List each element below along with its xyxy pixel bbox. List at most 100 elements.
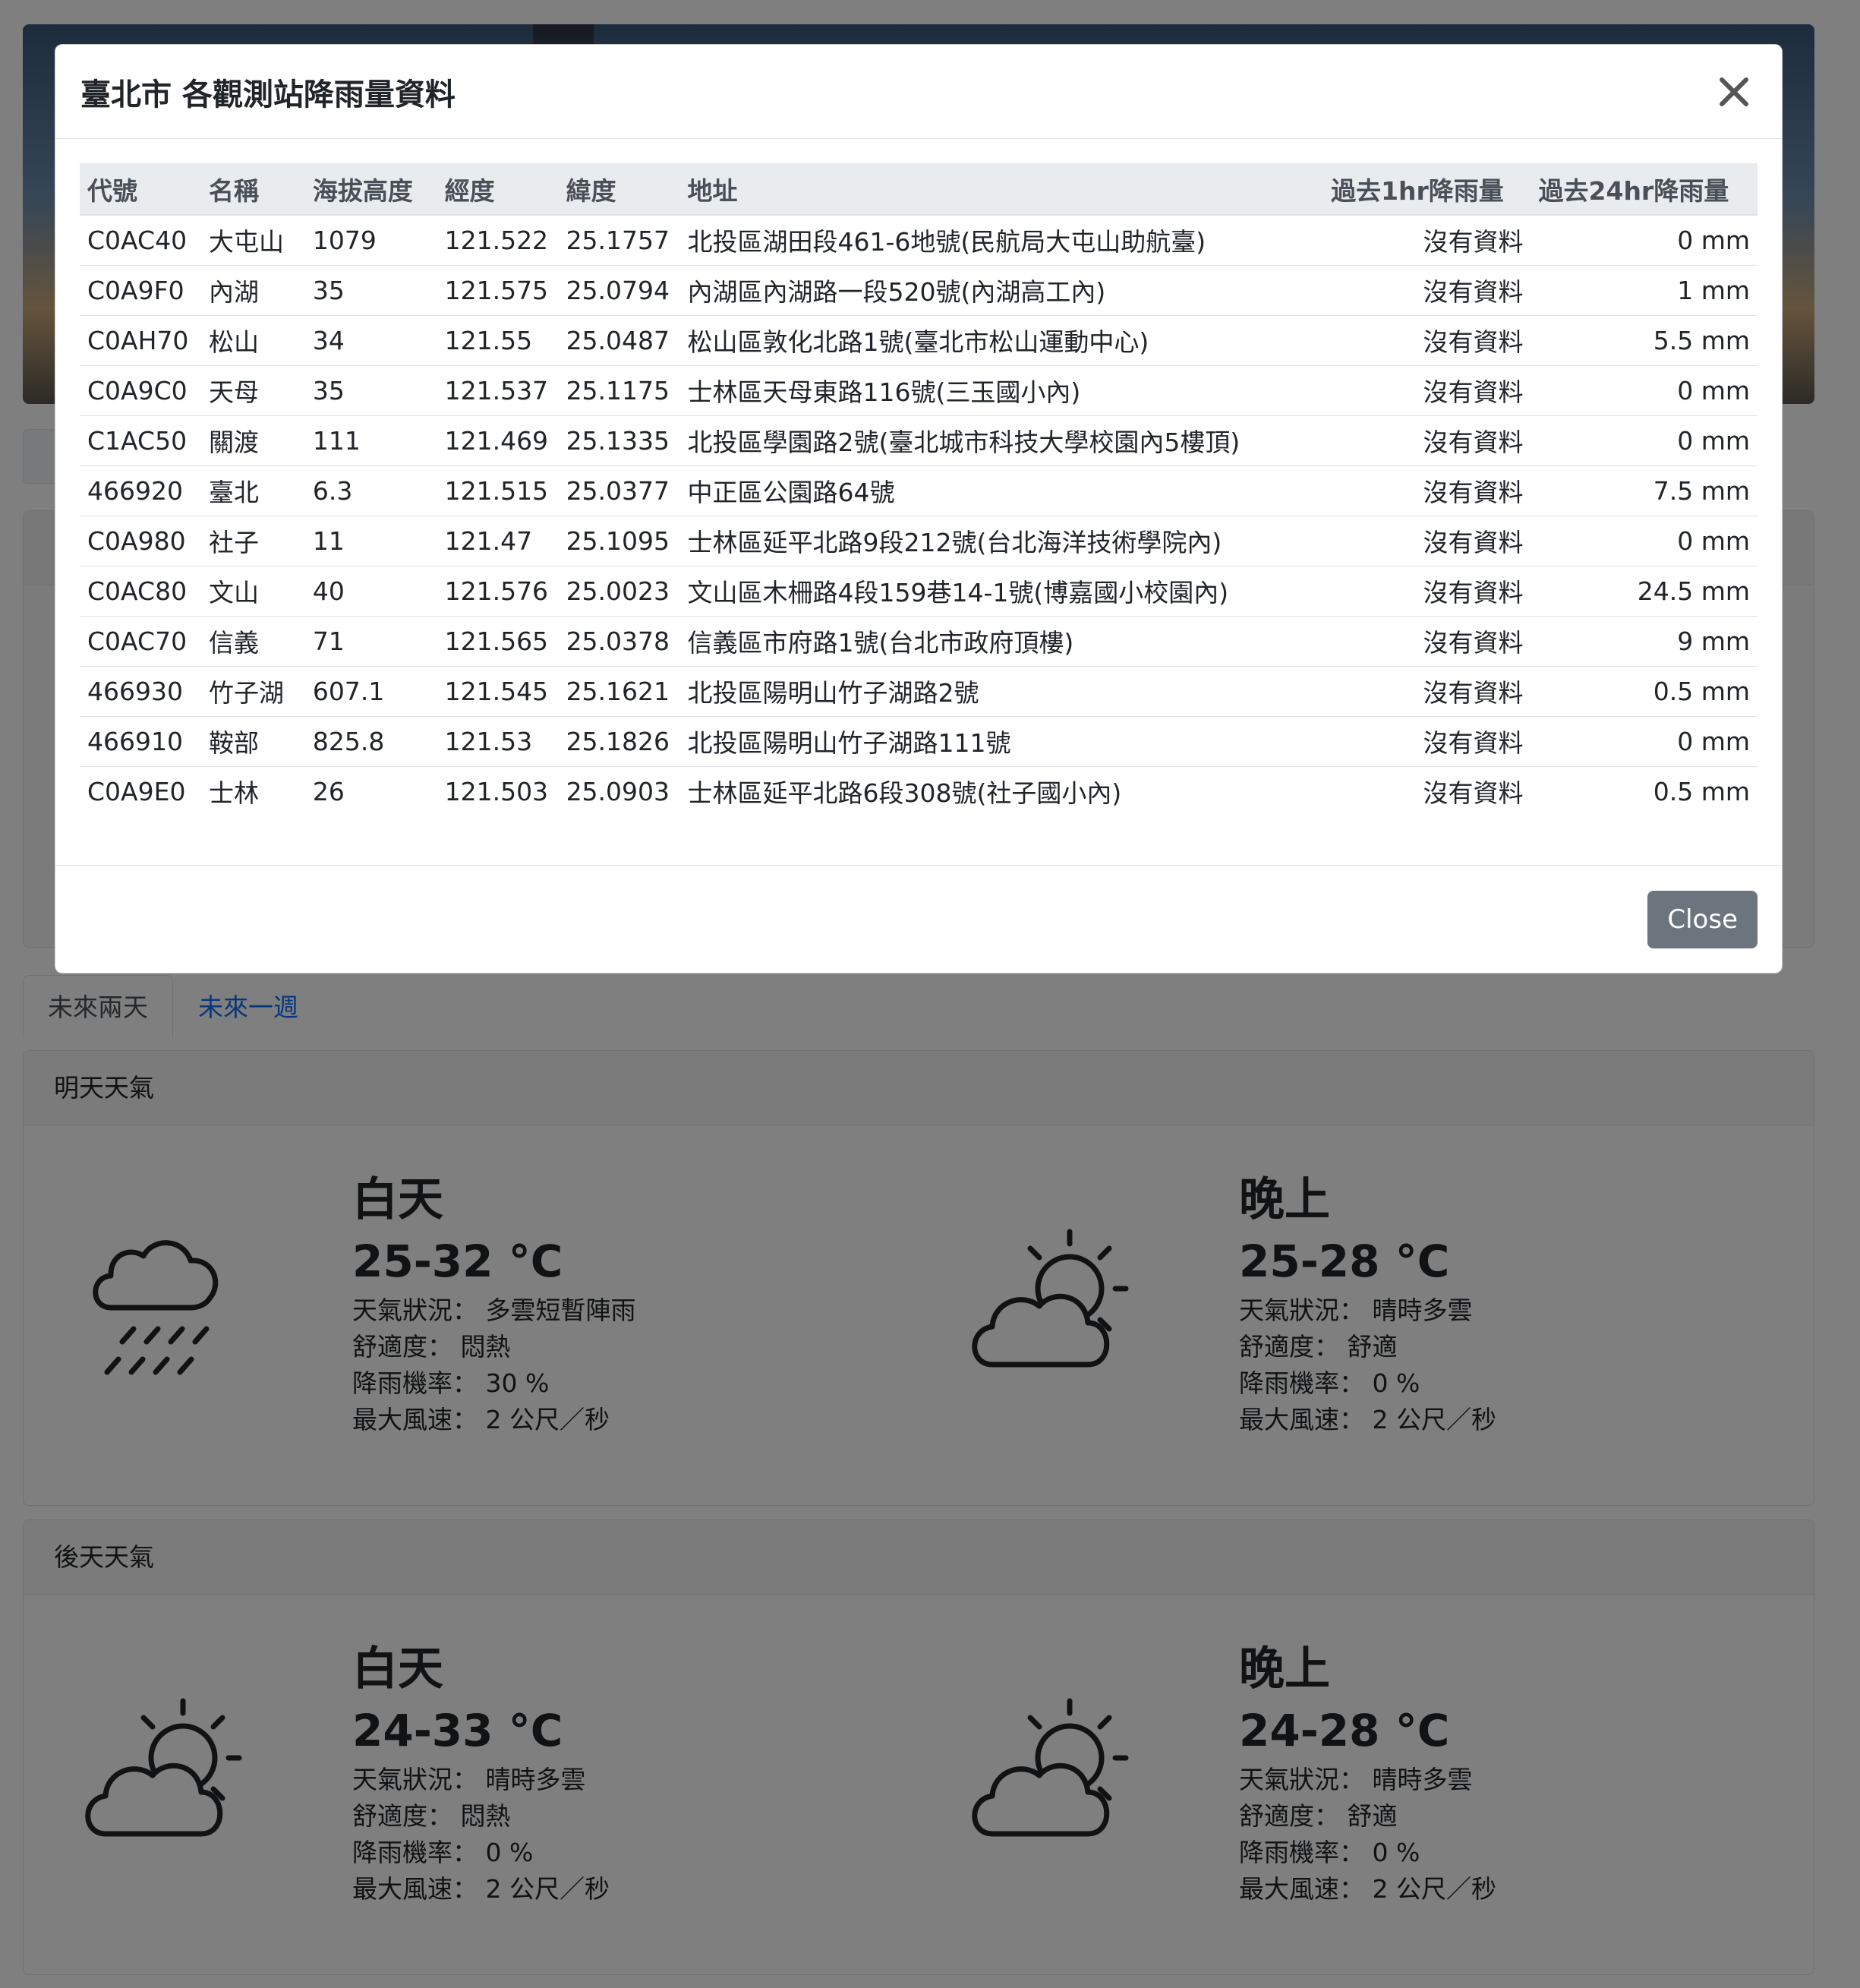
table-cell: 沒有資料 bbox=[1323, 666, 1531, 717]
table-cell: 121.469 bbox=[437, 415, 559, 466]
table-cell: 沒有資料 bbox=[1323, 516, 1531, 566]
column-header[interactable]: 海拔高度 bbox=[304, 163, 437, 216]
table-row: C1AC50 關渡 111 121.469 25.1335 北投區學園路2號(臺北城市科技… bbox=[80, 415, 1758, 466]
table-cell: 沒有資料 bbox=[1323, 265, 1531, 316]
table-cell: 25.1826 bbox=[558, 716, 680, 767]
table-cell: 士林 bbox=[208, 778, 259, 809]
table-cell: 內湖區內湖路一段520號(內湖高工內) bbox=[679, 265, 1324, 316]
table-cell: 士林區延平北路9段212號(台北海洋技術學院內) bbox=[679, 516, 1324, 566]
table-body: C0AC40 大屯山 1079 121.522 25.1757 北投區湖田段461-6地號… bbox=[80, 215, 1758, 816]
table-cell: 111 bbox=[304, 415, 437, 466]
table-cell: 121.55 bbox=[437, 315, 559, 366]
table-cell: 11 bbox=[304, 516, 437, 566]
table-cell: 文山區木柵路4段159巷14-1號(博嘉國小校園內) bbox=[679, 566, 1324, 617]
table-cell: 鞍部 bbox=[200, 716, 305, 767]
table-cell: 9 mm bbox=[1531, 616, 1758, 667]
table-cell: 121.522 bbox=[437, 215, 559, 266]
table-cell: 沒有資料 bbox=[1323, 616, 1531, 667]
table-cell: C0AC70 bbox=[80, 616, 201, 667]
table-row: C0A9C0 天母 35 121.537 25.1175 士林區天母東路116號(三玉國小… bbox=[80, 365, 1758, 416]
table-row: C0AC40 大屯山 1079 121.522 25.1757 北投區湖田段461-6地號… bbox=[80, 215, 1758, 266]
rainfall-modal: 臺北市 各觀測站降雨量資料 代號 名稱 海拔高度 經度 緯度 地址 過去1hr降… bbox=[55, 44, 1783, 973]
column-header[interactable]: 緯度 bbox=[558, 163, 680, 216]
table-cell: 內湖 bbox=[200, 265, 305, 316]
table-cell: 沒有資料 bbox=[1323, 415, 1531, 466]
table-cell: 25.1757 bbox=[558, 215, 680, 266]
column-header[interactable]: 過去1hr降雨量 bbox=[1323, 163, 1531, 216]
table-cell: 6.3 bbox=[304, 465, 437, 516]
table-cell: 34 bbox=[304, 315, 437, 366]
table-row: C0AC80 文山 40 121.576 25.0023 文山區木柵路4段159巷14-1… bbox=[80, 566, 1758, 617]
modal-header: 臺北市 各觀測站降雨量資料 bbox=[55, 45, 1782, 139]
table-cell: 北投區學園路2號(臺北城市科技大學校園內5樓頂) bbox=[679, 415, 1324, 466]
modal-body: 代號 名稱 海拔高度 經度 緯度 地址 過去1hr降雨量 過去24hr降雨量 C… bbox=[55, 139, 1782, 866]
table-cell: 沒有資料 bbox=[1323, 716, 1531, 767]
table-cell: 35 bbox=[304, 265, 437, 316]
table-cell: 0 mm bbox=[1531, 716, 1758, 767]
rainfall-table: 代號 名稱 海拔高度 經度 緯度 地址 過去1hr降雨量 過去24hr降雨量 C… bbox=[80, 163, 1758, 816]
table-cell: 關渡 bbox=[200, 415, 305, 466]
table-cell: 25.0487 bbox=[558, 315, 680, 366]
table-cell: 121.575 bbox=[437, 265, 559, 316]
table-cell: 沒有資料 bbox=[1323, 315, 1531, 366]
column-header[interactable]: 經度 bbox=[437, 163, 559, 216]
column-header[interactable]: 代號 bbox=[80, 163, 201, 216]
table-cell: 文山 bbox=[200, 566, 305, 617]
table-cell: 士林區天母東路116號(三玉國小內) bbox=[679, 365, 1324, 416]
table-cell: C1AC50 bbox=[80, 415, 201, 466]
table-cell: 1 mm bbox=[1531, 265, 1758, 316]
modal-footer: Close bbox=[55, 865, 1782, 973]
table-cell: 社子 bbox=[200, 516, 305, 566]
modal-title: 臺北市 各觀測站降雨量資料 bbox=[80, 77, 456, 112]
table-cell: 信義 bbox=[200, 616, 305, 667]
table-cell: 121.537 bbox=[437, 365, 559, 416]
close-icon[interactable] bbox=[1711, 69, 1757, 115]
table-cell: 松山區敦化北路1號(臺北市松山運動中心) bbox=[679, 315, 1324, 366]
table-cell: 25.1095 bbox=[558, 516, 680, 566]
table-cell: 中正區公園路64號 bbox=[679, 465, 1324, 516]
table-cell: 121.576 bbox=[437, 566, 559, 617]
column-header[interactable]: 過去24hr降雨量 bbox=[1531, 163, 1758, 216]
table-cell: 北投區陽明山竹子湖路2號 bbox=[679, 666, 1324, 717]
table-cell: C0A9E0 bbox=[87, 776, 186, 806]
table-cell: 臺北 bbox=[200, 465, 305, 516]
column-header[interactable]: 名稱 bbox=[200, 163, 305, 216]
table-cell: 沒有資料 bbox=[1323, 566, 1531, 617]
table-cell: 士林區延平北路6段308號(社子國小內) bbox=[687, 778, 1122, 809]
table-cell: 25.0903 bbox=[566, 776, 670, 806]
table-cell: 7.5 mm bbox=[1531, 465, 1758, 516]
table-row: 466910 鞍部 825.8 121.53 25.1826 北投區陽明山竹子湖路111號… bbox=[80, 716, 1758, 767]
table-header-row: 代號 名稱 海拔高度 經度 緯度 地址 過去1hr降雨量 過去24hr降雨量 bbox=[80, 163, 1758, 216]
table-cell: 40 bbox=[304, 566, 437, 617]
table-cell: 607.1 bbox=[304, 666, 437, 717]
table-cell: 25.0023 bbox=[558, 566, 680, 617]
table-cell: 沒有資料 bbox=[1323, 215, 1531, 266]
close-button[interactable]: Close bbox=[1647, 890, 1758, 948]
table-cell: 0 mm bbox=[1531, 365, 1758, 416]
table-cell: 25.1621 bbox=[558, 666, 680, 717]
table-cell: 121.53 bbox=[437, 716, 559, 767]
table-cell: 北投區湖田段461-6地號(民航局大屯山助航臺) bbox=[679, 215, 1324, 266]
table-cell: C0A9F0 bbox=[80, 265, 201, 316]
table-cell: 24.5 mm bbox=[1531, 566, 1758, 617]
table-cell: 25.0794 bbox=[558, 265, 680, 316]
table-cell: C0AH70 bbox=[80, 315, 201, 366]
table-cell: 沒有資料 bbox=[1323, 365, 1531, 416]
table-cell: 北投區陽明山竹子湖路111號 bbox=[679, 716, 1324, 767]
table-cell: C0A9C0 bbox=[80, 365, 201, 416]
table-row: C0AH70 松山 34 121.55 25.0487 松山區敦化北路1號(臺北市松山運動… bbox=[80, 315, 1758, 366]
table-cell: 25.0377 bbox=[558, 465, 680, 516]
table-row: 466930 竹子湖 607.1 121.545 25.1621 北投區陽明山竹子湖路2號… bbox=[80, 666, 1758, 717]
column-header[interactable]: 地址 bbox=[679, 163, 1324, 216]
table-cell: 35 bbox=[304, 365, 437, 416]
table-cell: 信義區市府路1號(台北市政府頂樓) bbox=[679, 616, 1324, 667]
table-cell: 121.47 bbox=[437, 516, 559, 566]
table-cell: C0AC40 bbox=[80, 215, 201, 266]
table-cell: 25.0378 bbox=[558, 616, 680, 667]
table-cell: 25.1335 bbox=[558, 415, 680, 466]
table-cell: 825.8 bbox=[304, 716, 437, 767]
table-cell: 121.515 bbox=[437, 465, 559, 516]
table-cell: 121.503 bbox=[444, 776, 549, 806]
table-cell: 大屯山 bbox=[200, 215, 305, 266]
table-cell: 0 mm bbox=[1531, 516, 1758, 566]
